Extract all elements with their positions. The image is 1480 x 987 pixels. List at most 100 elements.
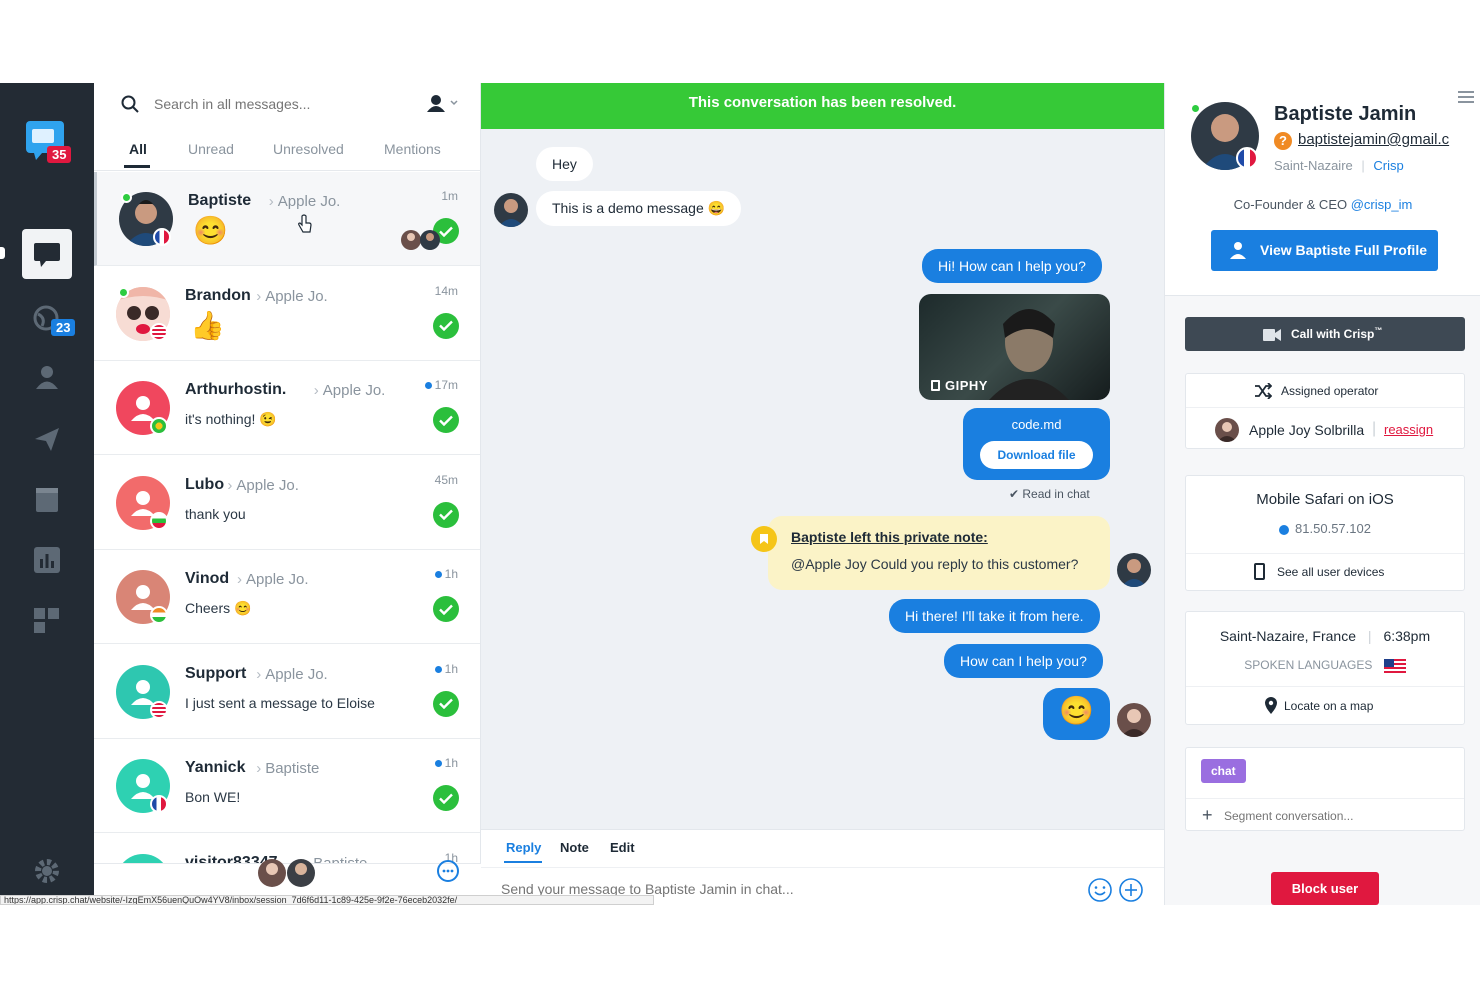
chat-inbox-icon[interactable] [22,229,72,279]
profile-email[interactable]: baptistejamin@gmail.c [1298,131,1449,148]
tab-mentions[interactable]: Mentions [384,141,441,157]
analytics-chart-icon[interactable] [27,540,67,580]
resolved-check-icon[interactable] [433,312,459,339]
settings-gear-icon[interactable] [27,851,67,891]
conversation-item[interactable]: Lubo › Apple Jo. thank you 45m [94,456,480,550]
smartphone-icon [1254,563,1265,580]
add-attachment-icon[interactable] [1118,877,1144,905]
profile-twitter[interactable]: @crisp_im [1351,197,1413,212]
assigned-operator: › Apple Jo. [256,288,328,305]
chevron-right-icon: › [256,287,262,305]
location-row: Saint-Nazaire, France | 6:38pm [1219,628,1431,644]
nav-rail: 35 23 [0,83,94,905]
assigned-operator: › Apple Jo. [269,193,341,210]
unread-dot [434,665,442,673]
helpdesk-book-icon[interactable] [27,480,67,520]
giphy-logo-icon [931,380,940,391]
call-label: Call with Crisp [1291,327,1375,341]
conversation-item[interactable]: Yannick › Baptiste Bon WE! 1h [94,739,480,833]
flag-br-icon [150,417,168,435]
search-icon [121,95,139,118]
resolved-check-icon[interactable] [433,596,459,622]
resolved-check-icon[interactable] [433,785,459,811]
tab-all[interactable]: All [129,141,147,157]
chat-bubble-menu-icon[interactable] [436,859,460,888]
tab-unresolved[interactable]: Unresolved [273,141,344,157]
giphy-label: GIPHY [945,378,988,393]
segment-tag[interactable]: chat [1201,759,1246,783]
resolved-check-icon[interactable] [433,501,459,528]
crisp-logo-inbox-icon[interactable]: 35 [24,119,72,165]
time-text: 1m [441,189,458,203]
conversation-item[interactable]: Support › Apple Jo. I just sent a message t… [94,645,480,739]
contact-name: Support [185,664,247,682]
location-name: Saint-Nazaire, France [1219,628,1357,644]
contacts-icon[interactable] [27,357,67,397]
message-preview: I just sent a message to Eloise [185,694,375,711]
campaigns-send-icon[interactable] [27,419,67,459]
device-name: Mobile Safari on iOS [1256,491,1394,508]
conversation-item[interactable]: Brandon › Apple Jo. 👍 14m [94,267,480,361]
call-with-crisp-button[interactable]: Call with Crisp™ [1185,317,1465,351]
message-help-2: How can I help you? [944,644,1103,678]
flag-in-icon [150,606,168,624]
tab-reply[interactable]: Reply [506,840,541,855]
operator-filter-icon[interactable] [426,94,460,119]
operator-name: Apple Jo. [322,382,386,399]
search-input[interactable] [154,93,414,115]
assigned-operator: › Apple Jo. [227,477,299,494]
tab-note[interactable]: Note [560,840,589,855]
view-profile-label: View Baptiste Full Profile [1260,242,1428,258]
emoji-picker-icon[interactable] [1087,877,1113,905]
see-all-devices-button[interactable]: See all user devices [1186,553,1464,591]
profile-name: Baptiste Jamin [1274,103,1417,125]
chevron-right-icon: › [268,193,274,210]
profile-company[interactable]: Crisp [1373,158,1403,173]
locate-on-map-button[interactable]: Locate on a map [1186,686,1464,725]
block-user-button[interactable]: Block user [1271,872,1379,905]
tab-edit[interactable]: Edit [610,840,635,855]
plugins-grid-icon[interactable] [27,601,67,641]
file-attachment: code.md Download file [963,408,1110,480]
file-name: code.md [1011,417,1062,432]
message-preview: it's nothing! 😉 [185,411,277,427]
view-full-profile-button[interactable]: View Baptiste Full Profile [1211,230,1438,271]
online-status-dot [118,286,129,298]
assigned-operator-card: Assigned operator Apple Joy Solbrilla | … [1185,373,1465,449]
resolved-check-icon[interactable] [433,690,459,717]
flag-bg-icon [150,511,168,530]
composer: Reply Note Edit [481,829,1164,905]
chevron-right-icon: › [256,665,262,683]
participants-avatars [400,229,442,256]
chevron-right-icon: › [227,476,233,494]
download-file-button[interactable]: Download file [980,441,1093,469]
conversation-item[interactable]: Baptiste › Apple Jo. 😊 1m [94,172,480,266]
message-smile: 😊 [1043,688,1110,740]
operator-name: Apple Jo. [277,193,341,210]
tab-unread[interactable]: Unread [188,141,234,157]
reassign-link[interactable]: reassign [1384,422,1433,437]
segment-input[interactable] [1224,807,1444,825]
spoken-languages-label: SPOKEN LANGUAGES [1244,658,1373,672]
time-text: 1h [444,661,458,676]
assigned-operator: ›Baptiste [256,760,319,777]
inbox-unread-badge: 35 [47,146,72,163]
resolved-check-icon[interactable] [433,407,459,433]
globe-visitors-icon[interactable]: 23 [27,299,76,339]
assigned-operator: › Apple Jo. [314,382,386,399]
conversation-item[interactable]: Vinod › Apple Jo. Cheers 😊 1h [94,550,480,644]
message-preview: 😊 [193,215,228,246]
ip-address: 81.50.57.102 [1295,521,1371,536]
flag-us-icon [150,700,168,719]
note-title: Baptiste left this private note: [791,529,988,545]
visitor-avatar [494,193,528,227]
conversation-time: 45m [435,473,458,487]
operator-name: Apple Jo. [265,287,328,305]
giphy-image[interactable]: GIPHY [919,294,1110,400]
online-status-dot [1190,103,1201,114]
message-take-it: Hi there! I'll take it from here. [889,599,1100,633]
bookmark-note-icon [751,526,777,552]
hamburger-menu-icon[interactable] [1458,90,1474,109]
message-preview: Bon WE! [185,789,241,805]
conversation-item[interactable]: Arthurhostin. › Apple Jo. it's nothing! 😉 17… [94,361,480,455]
